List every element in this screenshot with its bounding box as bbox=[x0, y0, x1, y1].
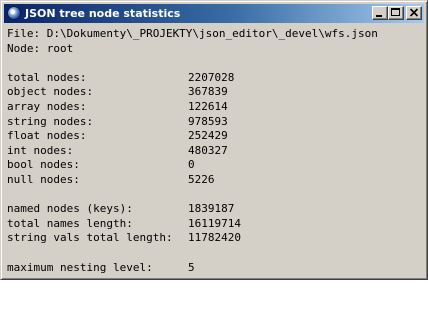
stat-row-array-nodes: array nodes: 122614 bbox=[7, 100, 421, 115]
stat-row-string-vals-length: string vals total length: 11782420 bbox=[7, 231, 421, 246]
stat-value: 2207028 bbox=[188, 70, 235, 84]
statistics-window: JSON tree node statistics File: D:\Dokum… bbox=[0, 0, 428, 280]
stat-row-object-nodes: object nodes: 367839 bbox=[7, 85, 421, 100]
stat-label: object nodes: bbox=[7, 85, 94, 99]
stat-label: null nodes: bbox=[7, 172, 80, 186]
stat-value: 0 bbox=[188, 158, 195, 172]
stat-row-bool-nodes: bool nodes: 0 bbox=[7, 158, 421, 173]
minimize-icon bbox=[376, 15, 382, 17]
stat-label: total nodes: bbox=[7, 70, 87, 84]
window-title: JSON tree node statistics bbox=[25, 7, 181, 20]
stat-row-int-nodes: int nodes: 480327 bbox=[7, 144, 421, 159]
stat-value: 252429 bbox=[188, 129, 228, 143]
stat-label: string vals total length: bbox=[7, 231, 173, 245]
stat-label: maximum nesting level: bbox=[7, 260, 153, 274]
maximize-button[interactable] bbox=[388, 6, 404, 20]
close-icon bbox=[409, 8, 419, 17]
stat-row-null-nodes: null nodes: 5226 bbox=[7, 173, 421, 188]
stat-label: total names length: bbox=[7, 216, 133, 230]
stat-label: string nodes: bbox=[7, 114, 94, 128]
stat-row-float-nodes: float nodes: 252429 bbox=[7, 129, 421, 144]
close-button[interactable] bbox=[406, 6, 422, 20]
stat-value: 978593 bbox=[188, 114, 228, 128]
file-path: File: D:\Dokumenty\_PROJEKTY\json_editor… bbox=[7, 27, 378, 40]
stat-row-max-nesting: maximum nesting level: 5 bbox=[7, 261, 421, 276]
stat-row-total-nodes: total nodes: 2207028 bbox=[7, 71, 421, 86]
maximize-icon bbox=[391, 8, 400, 16]
stat-value: 5 bbox=[188, 260, 195, 274]
stat-value: 1839187 bbox=[188, 202, 235, 216]
stat-label: named nodes (keys): bbox=[7, 202, 133, 216]
stat-value: 122614 bbox=[188, 99, 228, 113]
app-icon[interactable] bbox=[7, 6, 21, 20]
stat-value: 367839 bbox=[188, 85, 228, 99]
stat-value: 480327 bbox=[188, 143, 228, 157]
stat-row-named-nodes: named nodes (keys): 1839187 bbox=[7, 202, 421, 217]
stat-row-string-nodes: string nodes: 978593 bbox=[7, 115, 421, 130]
stat-value: 11782420 bbox=[188, 231, 241, 245]
node-name: Node: root bbox=[7, 41, 74, 55]
stat-row-total-names-length: total names length: 16119714 bbox=[7, 217, 421, 232]
stat-value: 16119714 bbox=[188, 216, 241, 230]
stat-value: 5226 bbox=[188, 172, 215, 186]
stat-label: array nodes: bbox=[7, 99, 87, 113]
stat-label: bool nodes: bbox=[7, 158, 80, 172]
title-bar[interactable]: JSON tree node statistics bbox=[4, 4, 424, 23]
stat-label: float nodes: bbox=[7, 129, 87, 143]
minimize-button[interactable] bbox=[372, 6, 388, 20]
statistics-text: File: D:\Dokumenty\_PROJEKTY\json_editor… bbox=[7, 27, 421, 276]
stat-label: int nodes: bbox=[7, 143, 74, 157]
